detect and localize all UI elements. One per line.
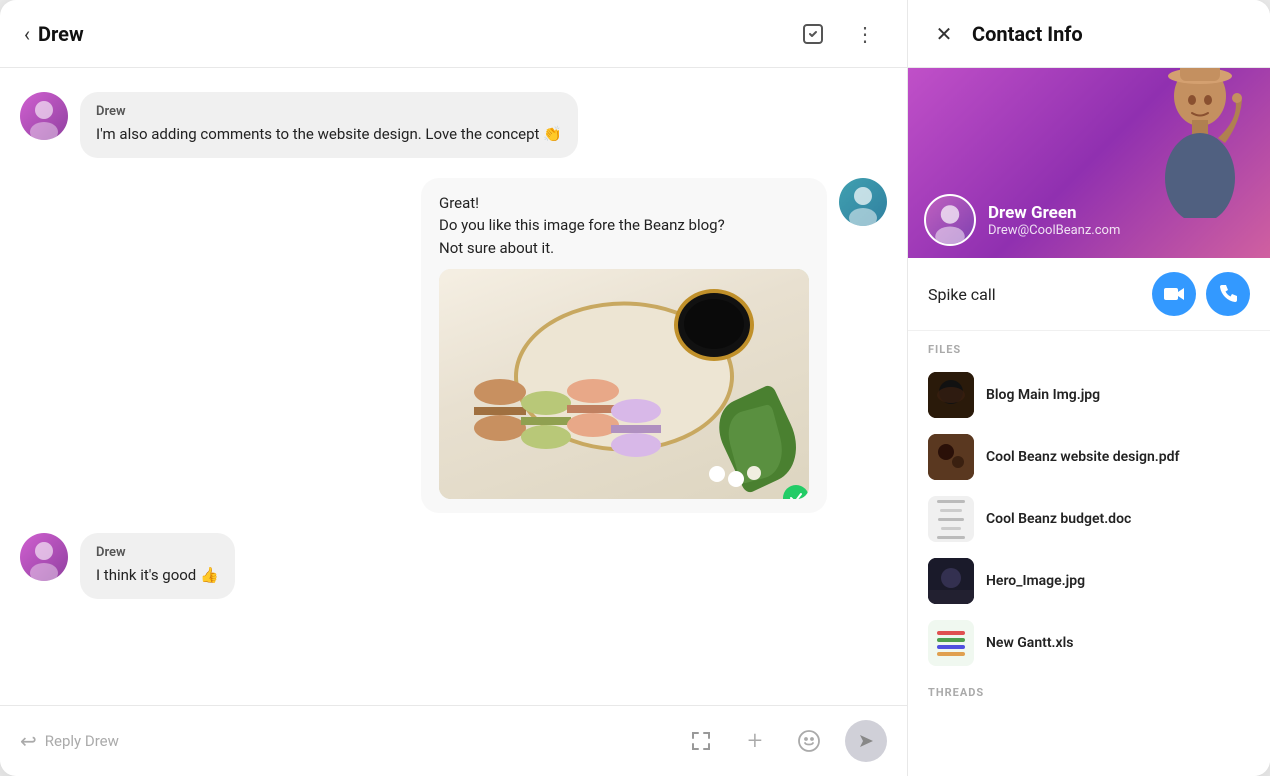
app-container: ‹ Drew ⋮ — [0, 0, 1270, 776]
sender-name-2: Drew — [96, 545, 219, 560]
contact-avatar-small — [924, 194, 976, 246]
file-item-1[interactable]: Blog Main Img.jpg — [928, 364, 1250, 426]
sender-name-1: Drew — [96, 104, 562, 119]
contact-panel: ✕ Contact Info — [908, 0, 1270, 776]
message-text-2: I think it's good 👍 — [96, 564, 219, 587]
file-item-2[interactable]: Cool Beanz website design.pdf — [928, 426, 1250, 488]
message-received-2: Drew I think it's good 👍 — [20, 533, 600, 599]
file-thumb-1 — [928, 372, 974, 418]
call-buttons — [1152, 272, 1250, 316]
chat-header-right: ⋮ — [795, 16, 883, 52]
more-menu-button[interactable]: ⋮ — [847, 16, 883, 52]
macaron-image — [439, 269, 809, 499]
bubble-received-1: Drew I'm also adding comments to the web… — [80, 92, 578, 158]
files-section-label: FILES — [928, 343, 1250, 356]
file-item-4[interactable]: Hero_Image.jpg — [928, 550, 1250, 612]
chat-title: Drew — [38, 22, 84, 46]
contact-name-block: Drew Green Drew@CoolBeanz.com — [988, 203, 1120, 238]
spike-call-label: Spike call — [928, 285, 996, 304]
message-text-sent-1: Great!Do you like this image fore the Be… — [439, 192, 809, 260]
file-thumb-2 — [928, 434, 974, 480]
chat-header-left: ‹ Drew — [24, 22, 84, 46]
file-thumb-3 — [928, 496, 974, 542]
avatar-drew-2 — [20, 533, 68, 581]
reply-icon: ↩ — [20, 729, 37, 753]
avatar-sent-1 — [839, 178, 887, 226]
file-name-4: Hero_Image.jpg — [986, 573, 1085, 589]
check-button[interactable] — [795, 16, 831, 52]
message-image — [439, 269, 809, 499]
message-received-1: Drew I'm also adding comments to the web… — [20, 92, 600, 158]
threads-section: THREADS — [908, 674, 1270, 707]
send-button[interactable] — [845, 720, 887, 762]
contact-email: Drew@CoolBeanz.com — [988, 223, 1120, 238]
expand-button[interactable] — [683, 723, 719, 759]
message-text-1: I'm also adding comments to the website … — [96, 123, 562, 146]
avatar-drew-1 — [20, 92, 68, 140]
file-name-3: Cool Beanz budget.doc — [986, 511, 1131, 527]
phone-call-button[interactable] — [1206, 272, 1250, 316]
contact-info-bar: Drew Green Drew@CoolBeanz.com — [908, 182, 1270, 258]
footer-actions: + — [683, 720, 887, 762]
bubble-received-2: Drew I think it's good 👍 — [80, 533, 235, 599]
video-call-button[interactable] — [1152, 272, 1196, 316]
contact-info-title: Contact Info — [972, 22, 1083, 46]
contact-header: ✕ Contact Info — [908, 0, 1270, 68]
file-name-5: New Gantt.xls — [986, 635, 1073, 651]
chat-header: ‹ Drew ⋮ — [0, 0, 907, 68]
file-name-2: Cool Beanz website design.pdf — [986, 449, 1179, 465]
messages-area: Drew I'm also adding comments to the web… — [0, 68, 907, 705]
file-item-5[interactable]: New Gantt.xls — [928, 612, 1250, 674]
file-name-1: Blog Main Img.jpg — [986, 387, 1100, 403]
reply-placeholder: Reply Drew — [45, 732, 119, 750]
reply-indicator: ↩ Reply Drew — [20, 729, 119, 753]
close-button[interactable]: ✕ — [928, 18, 960, 50]
chat-panel: ‹ Drew ⋮ — [0, 0, 908, 776]
threads-section-label: THREADS — [928, 686, 1250, 699]
files-section: FILES Blog Main Img.jpg — [908, 331, 1270, 674]
contact-name: Drew Green — [988, 203, 1120, 223]
contact-hero-banner: Drew Green Drew@CoolBeanz.com — [908, 68, 1270, 258]
chat-footer: ↩ Reply Drew + — [0, 705, 907, 776]
bubble-sent-1: Great!Do you like this image fore the Be… — [421, 178, 827, 514]
message-sent-1: Great!Do you like this image fore the Be… — [421, 178, 887, 514]
emoji-button[interactable] — [791, 723, 827, 759]
file-item-3[interactable]: Cool Beanz budget.doc — [928, 488, 1250, 550]
file-thumb-4 — [928, 558, 974, 604]
add-button[interactable]: + — [737, 723, 773, 759]
file-thumb-5 — [928, 620, 974, 666]
back-button[interactable]: ‹ — [24, 22, 30, 46]
spike-call-section: Spike call — [908, 258, 1270, 331]
